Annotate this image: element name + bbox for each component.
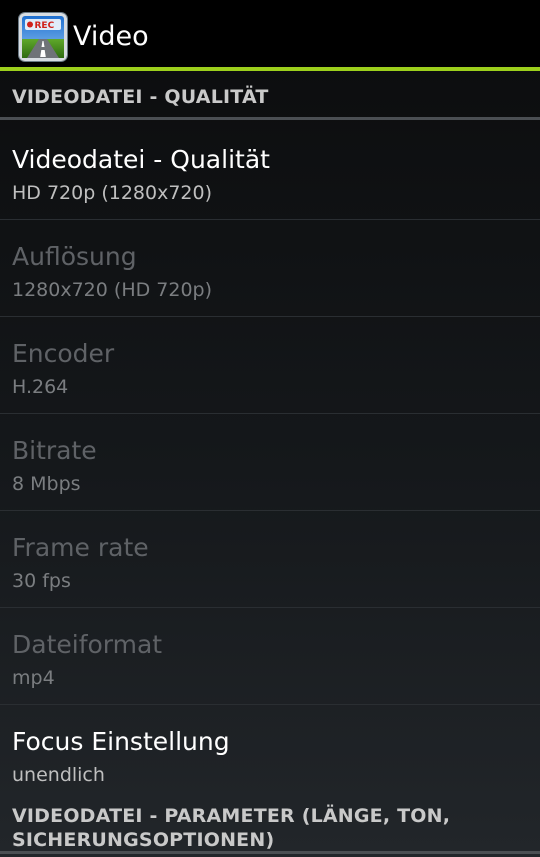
action-bar: REC Video xyxy=(0,0,540,71)
icon-badge-text: REC xyxy=(35,21,55,31)
pref-title: Videodatei - Qualität xyxy=(12,145,270,174)
category-header-quality: VIDEODATEI - QUALITÄT xyxy=(0,75,540,120)
pref-video-quality[interactable]: Videodatei - Qualität HD 720p (1280x720) xyxy=(0,123,540,220)
app-icon[interactable]: REC xyxy=(19,13,67,61)
pref-frame-rate[interactable]: Frame rate 30 fps xyxy=(0,511,540,608)
rec-camera-road-icon: REC xyxy=(19,13,67,61)
pref-encoder[interactable]: Encoder H.264 xyxy=(0,317,540,414)
category-header-parameters: VIDEODATEI - PARAMETER (LÄNGE, TON, SICH… xyxy=(12,805,451,851)
pref-title: Bitrate xyxy=(12,436,97,465)
pref-focus-setting[interactable]: Focus Einstellung unendlich xyxy=(0,705,540,802)
pref-title: Encoder xyxy=(12,339,115,368)
pref-summary: H.264 xyxy=(12,376,69,398)
pref-summary: HD 720p (1280x720) xyxy=(12,182,213,204)
pref-title: Focus Einstellung xyxy=(12,727,230,756)
pref-file-format[interactable]: Dateiformat mp4 xyxy=(0,608,540,705)
pref-summary: unendlich xyxy=(12,764,105,786)
category-divider xyxy=(0,851,540,854)
pref-resolution[interactable]: Auflösung 1280x720 (HD 720p) xyxy=(0,220,540,317)
pref-summary: 8 Mbps xyxy=(12,473,81,495)
app-title: Video xyxy=(73,21,149,52)
pref-bitrate[interactable]: Bitrate 8 Mbps xyxy=(0,414,540,511)
pref-summary: 30 fps xyxy=(12,570,71,592)
pref-title: Auflösung xyxy=(12,242,137,271)
pref-summary: 1280x720 (HD 720p) xyxy=(12,279,213,301)
pref-summary: mp4 xyxy=(12,667,55,689)
pref-title: Frame rate xyxy=(12,533,149,562)
pref-title: Dateiformat xyxy=(12,630,163,659)
